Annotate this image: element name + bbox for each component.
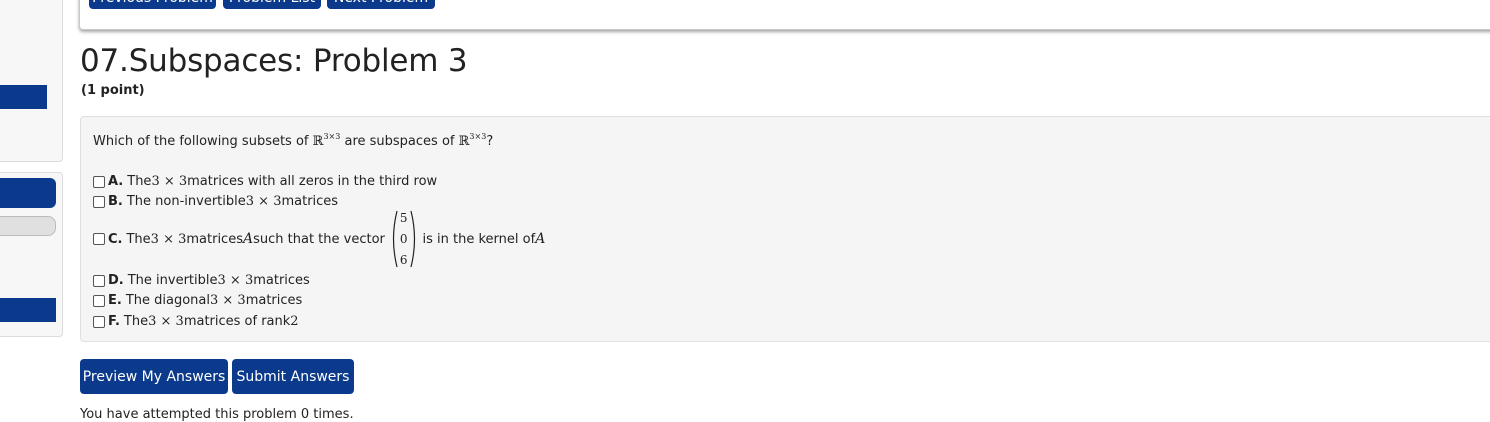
sidebar-panel-top: [0, 0, 63, 162]
option-a: A. The 3 × 3 matrices with all zeros in …: [93, 174, 437, 189]
option-e-checkbox[interactable]: [93, 294, 105, 307]
sidebar-button[interactable]: [0, 178, 56, 208]
sidebar-progress: [0, 216, 56, 236]
option-c-checkbox[interactable]: [93, 233, 105, 245]
option-d: D. The invertible 3 × 3 matrices: [93, 273, 310, 288]
right-paren-icon: [409, 210, 415, 268]
problem-body: Which of the following subsets of ℝ3×3 a…: [80, 116, 1490, 342]
page-title: 07.Subspaces: Problem 3: [80, 43, 468, 79]
next-problem-button[interactable]: Next Problem: [327, 0, 435, 9]
vector-5-0-6: 5 0 6: [390, 209, 418, 269]
option-b: B. The non-invertible 3 × 3 matrices: [93, 194, 338, 209]
option-f-checkbox[interactable]: [93, 315, 105, 328]
attempts-status: You have attempted this problem 0 times.: [80, 407, 354, 422]
vector-entry: 5: [399, 211, 408, 225]
previous-problem-button[interactable]: Previous Problem: [89, 0, 216, 9]
left-paren-icon: [392, 210, 398, 268]
option-a-checkbox[interactable]: [93, 175, 105, 188]
option-c: C. The 3 × 3 matrices A such that the ve…: [93, 209, 545, 269]
submit-answers-button[interactable]: Submit Answers: [232, 359, 354, 394]
sidebar-active-item[interactable]: [0, 85, 47, 109]
sidebar-item[interactable]: [0, 298, 56, 322]
problem-points: (1 point): [81, 83, 145, 98]
option-b-checkbox[interactable]: [93, 195, 105, 208]
preview-answers-button[interactable]: Preview My Answers: [80, 359, 228, 394]
option-d-checkbox[interactable]: [93, 274, 105, 287]
problem-nav-bar: Previous Problem Problem List Next Probl…: [79, 0, 1490, 30]
option-e: E. The diagonal 3 × 3 matrices: [93, 293, 302, 308]
question-text: Which of the following subsets of ℝ3×3 a…: [93, 132, 494, 149]
option-f: F. The 3 × 3 matrices of rank 2: [93, 314, 299, 329]
vector-entry: 0: [399, 232, 408, 246]
vector-entry: 6: [399, 253, 408, 267]
problem-list-button[interactable]: Problem List: [223, 0, 321, 9]
